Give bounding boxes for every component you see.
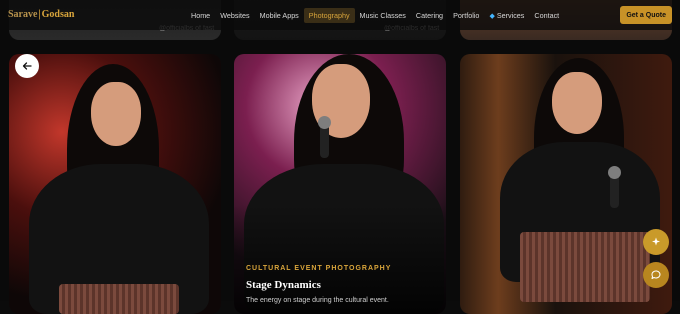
sparkle-icon — [652, 237, 660, 246]
chat-bubble-icon — [651, 270, 661, 279]
nav-item-home[interactable]: Home — [186, 8, 215, 23]
site-logo[interactable]: Sarave|Godsan — [8, 9, 74, 20]
nav-item-music-classes[interactable]: Music Classes — [355, 8, 411, 23]
nav-item-websites[interactable]: Websites — [215, 8, 254, 23]
chat-button[interactable] — [643, 262, 669, 288]
gallery-card[interactable] — [9, 54, 221, 314]
arrow-left-icon — [22, 62, 32, 70]
nav-item-mobile-apps[interactable]: Mobile Apps — [255, 8, 304, 23]
ai-assistant-button[interactable] — [643, 229, 669, 255]
nav-menu: Home Websites Mobile Apps Photography Mu… — [186, 7, 564, 23]
gem-icon: ◆ — [489, 12, 495, 20]
photo-title: Stage Dynamics — [246, 279, 321, 291]
photo-gallery: @officialbs of fast @officialbs of fast … — [0, 0, 680, 314]
nav-item-photography[interactable]: Photography — [303, 7, 355, 23]
get-quote-button[interactable]: Get a Quote — [620, 6, 672, 24]
nav-item-services-label: Services — [496, 10, 525, 20]
featured-gallery-card[interactable]: CULTURAL EVENT PHOTOGRAPHY Stage Dynamic… — [234, 54, 446, 314]
photo-category: CULTURAL EVENT PHOTOGRAPHY — [246, 265, 392, 272]
back-button[interactable] — [15, 54, 39, 78]
logo-first-name: Sarave — [8, 9, 38, 20]
nav-item-catering[interactable]: Catering — [411, 8, 448, 23]
nav-item-contact[interactable]: Contact — [529, 8, 564, 23]
nav-item-portfolio[interactable]: Portfolio — [448, 8, 484, 23]
nav-item-services[interactable]: ◆ Services — [484, 8, 529, 23]
top-navigation-bar: Sarave|Godsan Home Websites Mobile Apps … — [0, 0, 680, 30]
logo-last-name: Godsan — [41, 9, 75, 20]
gallery-card[interactable] — [460, 54, 672, 314]
